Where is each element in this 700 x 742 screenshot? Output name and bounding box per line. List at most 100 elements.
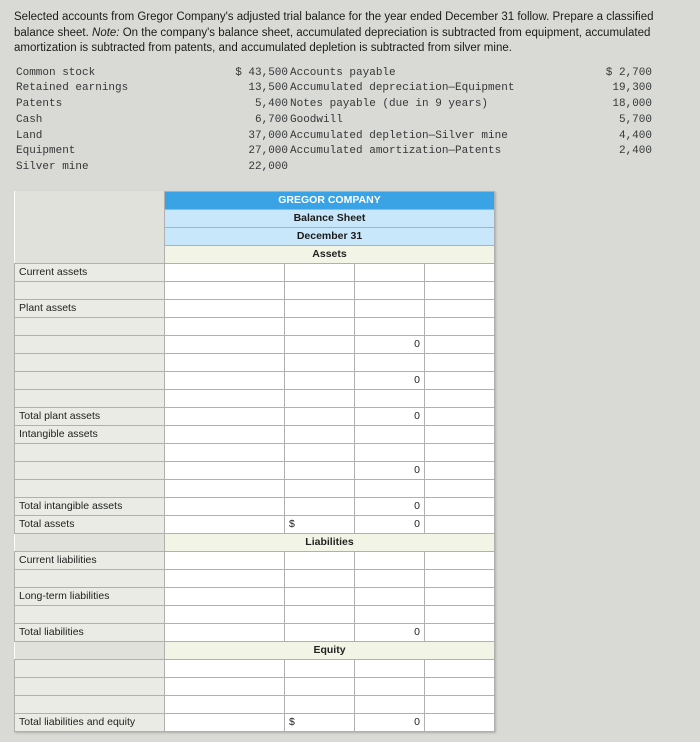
input-cell[interactable] — [165, 353, 285, 371]
input-cell[interactable] — [425, 623, 495, 641]
input-cell[interactable] — [285, 461, 355, 479]
input-cell[interactable] — [425, 551, 495, 569]
input-cell[interactable] — [355, 353, 425, 371]
input-cell[interactable] — [355, 389, 425, 407]
input-cell[interactable] — [425, 407, 495, 425]
input-cell[interactable] — [15, 479, 165, 497]
input-cell[interactable] — [165, 623, 285, 641]
input-cell[interactable] — [425, 299, 495, 317]
input-cell[interactable] — [15, 677, 165, 695]
input-cell[interactable] — [425, 659, 495, 677]
input-cell[interactable] — [425, 569, 495, 587]
input-cell[interactable] — [425, 353, 495, 371]
input-cell[interactable] — [165, 461, 285, 479]
input-cell[interactable] — [285, 551, 355, 569]
input-cell[interactable] — [165, 713, 285, 731]
input-cell[interactable] — [425, 713, 495, 731]
input-cell[interactable] — [165, 551, 285, 569]
input-cell[interactable] — [165, 605, 285, 623]
input-cell[interactable] — [15, 569, 165, 587]
input-cell[interactable] — [355, 425, 425, 443]
input-cell[interactable] — [15, 659, 165, 677]
input-cell[interactable] — [285, 497, 355, 515]
input-cell[interactable] — [425, 695, 495, 713]
input-cell[interactable] — [285, 569, 355, 587]
input-cell[interactable] — [15, 353, 165, 371]
input-cell[interactable] — [165, 407, 285, 425]
input-cell[interactable] — [355, 299, 425, 317]
input-cell[interactable] — [425, 479, 495, 497]
input-cell[interactable] — [285, 299, 355, 317]
input-cell[interactable] — [425, 443, 495, 461]
input-cell[interactable] — [355, 587, 425, 605]
input-cell[interactable] — [355, 281, 425, 299]
input-cell[interactable] — [165, 497, 285, 515]
input-cell[interactable] — [285, 425, 355, 443]
input-cell[interactable] — [285, 443, 355, 461]
input-cell[interactable] — [355, 551, 425, 569]
input-cell[interactable] — [165, 569, 285, 587]
input-cell[interactable] — [15, 461, 165, 479]
input-cell[interactable] — [285, 389, 355, 407]
input-cell[interactable] — [425, 371, 495, 389]
input-cell[interactable] — [165, 335, 285, 353]
input-cell[interactable] — [355, 695, 425, 713]
input-cell[interactable] — [355, 659, 425, 677]
input-cell[interactable] — [15, 335, 165, 353]
input-cell[interactable] — [355, 317, 425, 335]
input-cell[interactable] — [285, 317, 355, 335]
input-cell[interactable] — [165, 587, 285, 605]
input-cell[interactable] — [425, 587, 495, 605]
input-cell[interactable] — [355, 263, 425, 281]
input-cell[interactable] — [165, 299, 285, 317]
input-cell[interactable] — [165, 659, 285, 677]
input-cell[interactable] — [285, 587, 355, 605]
input-cell[interactable] — [355, 605, 425, 623]
input-cell[interactable] — [285, 605, 355, 623]
input-cell[interactable] — [425, 389, 495, 407]
input-cell[interactable] — [425, 497, 495, 515]
input-cell[interactable] — [165, 479, 285, 497]
input-cell[interactable] — [425, 461, 495, 479]
input-cell[interactable] — [165, 677, 285, 695]
input-cell[interactable] — [15, 605, 165, 623]
input-cell[interactable] — [285, 371, 355, 389]
input-cell[interactable] — [15, 443, 165, 461]
input-cell[interactable] — [285, 695, 355, 713]
input-cell[interactable] — [285, 407, 355, 425]
input-cell[interactable] — [285, 353, 355, 371]
input-cell[interactable] — [425, 677, 495, 695]
input-cell[interactable] — [425, 317, 495, 335]
input-cell[interactable] — [285, 479, 355, 497]
input-cell[interactable] — [355, 677, 425, 695]
input-cell[interactable] — [425, 605, 495, 623]
input-cell[interactable] — [165, 425, 285, 443]
input-cell[interactable] — [165, 389, 285, 407]
input-cell[interactable] — [285, 281, 355, 299]
input-cell[interactable] — [165, 263, 285, 281]
input-cell[interactable] — [15, 317, 165, 335]
input-cell[interactable] — [165, 695, 285, 713]
input-cell[interactable] — [355, 479, 425, 497]
input-cell[interactable] — [15, 695, 165, 713]
input-cell[interactable] — [165, 281, 285, 299]
input-cell[interactable] — [285, 677, 355, 695]
input-cell[interactable] — [165, 515, 285, 533]
input-cell[interactable] — [285, 335, 355, 353]
input-cell[interactable] — [425, 281, 495, 299]
input-cell[interactable] — [15, 389, 165, 407]
input-cell[interactable] — [425, 425, 495, 443]
input-cell[interactable] — [425, 515, 495, 533]
input-cell[interactable] — [165, 443, 285, 461]
input-cell[interactable] — [15, 371, 165, 389]
input-cell[interactable] — [15, 281, 165, 299]
input-cell[interactable] — [425, 335, 495, 353]
input-cell[interactable] — [355, 443, 425, 461]
input-cell[interactable] — [425, 263, 495, 281]
input-cell[interactable] — [285, 659, 355, 677]
input-cell[interactable] — [165, 371, 285, 389]
input-cell[interactable] — [285, 623, 355, 641]
input-cell[interactable] — [355, 569, 425, 587]
input-cell[interactable] — [165, 317, 285, 335]
input-cell[interactable] — [285, 263, 355, 281]
